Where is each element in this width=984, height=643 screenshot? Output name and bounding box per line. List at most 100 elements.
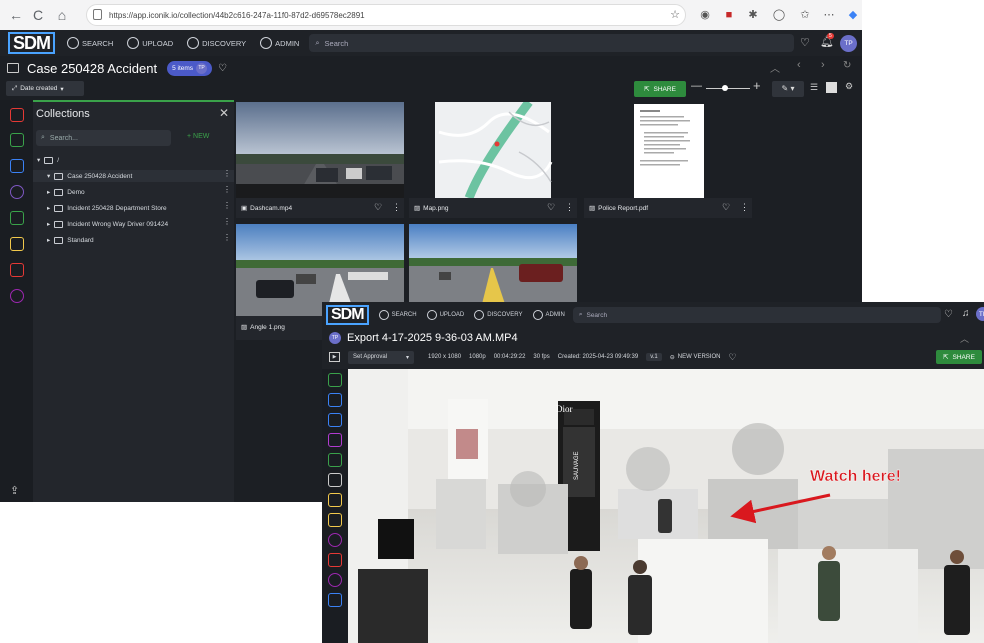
new-version-button[interactable]: ⊖ NEW VERSION [670, 354, 721, 361]
nav-admin[interactable]: ADMIN [260, 37, 299, 49]
nav-upload[interactable]: UPLOAD [127, 37, 173, 49]
version-badge[interactable]: v.1 [646, 353, 662, 361]
more-icon[interactable]: ⋮ [740, 202, 749, 213]
back-icon[interactable]: ← [4, 7, 28, 23]
player-icon[interactable]: ▶ [329, 352, 340, 362]
favorite-heart-icon[interactable]: ♡ [374, 202, 382, 213]
calendar-icon[interactable] [10, 159, 24, 173]
history-icon[interactable] [328, 573, 342, 587]
home-icon[interactable]: ⌂ [50, 7, 74, 23]
faces-icon[interactable] [328, 413, 342, 427]
new-collection-button[interactable]: + NEW [187, 133, 209, 140]
media-icon[interactable] [328, 473, 342, 487]
favorite-heart-icon[interactable]: ♡ [728, 352, 736, 363]
tree-item-incident-wrong-way-driver[interactable]: ▸ Incident Wrong Way Driver 091424 [47, 220, 168, 228]
extension-red-icon[interactable]: ■ [722, 8, 736, 22]
thumbs-up-icon[interactable] [328, 433, 342, 447]
list-view-icon[interactable]: ☰ [810, 82, 818, 93]
extension-gear-icon[interactable]: ✱ [746, 8, 760, 22]
tree-root[interactable]: ▾ / [37, 156, 59, 164]
video-player[interactable]: Dior SAUVAGE Watch here! [348, 369, 984, 643]
comment-icon[interactable] [328, 393, 342, 407]
camera-icon[interactable] [10, 237, 24, 251]
tree-item-standard[interactable]: ▸ Standard [47, 236, 94, 244]
edit-dropdown[interactable]: ✎ ▾ [772, 81, 804, 97]
global-search-input[interactable]: ⌕ Search [309, 34, 795, 52]
heart-icon[interactable]: ♡ [800, 36, 810, 49]
chevron-right-icon[interactable]: › [821, 59, 825, 71]
asset-card-map[interactable]: ▨ Map.png ♡ ⋮ [409, 99, 577, 218]
folder-icon[interactable] [328, 493, 342, 507]
approval-dropdown[interactable]: Set Approval ▾ [348, 350, 414, 364]
extension-circle-icon[interactable]: ◯ [772, 8, 786, 22]
asset-card-police-report[interactable]: ▨ Police Report.pdf ♡ ⋮ [584, 102, 752, 218]
app-logo[interactable]: SDM [8, 32, 55, 54]
filter-icon[interactable] [10, 108, 24, 122]
heart-icon[interactable]: ♡ [944, 309, 953, 320]
transcript-icon[interactable] [328, 453, 342, 467]
more-icon[interactable]: ⋮ [392, 202, 401, 213]
hierarchy-icon[interactable] [328, 593, 342, 607]
zoom-slider[interactable] [706, 88, 750, 89]
menu-dots-icon[interactable]: ⋯ [822, 8, 836, 22]
share-button[interactable]: ⇱ SHARE [634, 81, 686, 97]
user-avatar[interactable]: TP [976, 307, 984, 321]
more-icon[interactable]: ⋮ [223, 218, 231, 226]
collections-search-input[interactable]: ⌕ Search... [36, 130, 171, 146]
global-search-input[interactable]: ⌕ Search [572, 307, 941, 323]
chevron-up-icon[interactable]: ︿ [770, 60, 780, 75]
store-camera-frame[interactable]: Dior SAUVAGE Watch here! [348, 369, 984, 643]
close-icon[interactable]: ✕ [219, 106, 229, 120]
chevron-left-icon[interactable]: ‹ [797, 59, 801, 71]
dashcam-thumbnail[interactable] [236, 102, 404, 198]
camera-icon[interactable] [328, 513, 342, 527]
nav-search[interactable]: SEARCH [67, 37, 113, 49]
grid-view-icon[interactable] [826, 82, 837, 93]
more-icon[interactable]: ⋮ [565, 202, 574, 213]
collections-icon[interactable] [10, 133, 24, 147]
more-icon[interactable]: ⋮ [223, 234, 231, 242]
document-icon[interactable] [328, 373, 342, 387]
export-icon[interactable] [328, 553, 342, 567]
user-avatar[interactable]: TP [840, 35, 857, 52]
pdf-thumbnail[interactable] [584, 102, 752, 198]
more-icon[interactable]: ⋮ [223, 170, 231, 178]
info-icon[interactable] [10, 289, 24, 303]
favorite-heart-icon[interactable]: ♡ [722, 202, 730, 213]
nav-upload[interactable]: UPLOAD [426, 310, 464, 320]
nav-admin[interactable]: ADMIN [532, 310, 565, 320]
reload-icon[interactable]: C [26, 7, 50, 23]
tree-item-case-250428-accident[interactable]: ▾ Case 250428 Accident [47, 172, 132, 180]
nav-discovery[interactable]: DISCOVERY [474, 310, 523, 320]
tree-item-incident-department-store[interactable]: ▸ Incident 250428 Department Store [47, 204, 167, 212]
app-logo[interactable]: SDM [326, 305, 369, 325]
discovery-icon[interactable] [10, 185, 24, 199]
favorite-heart-icon[interactable]: ♡ [547, 202, 555, 213]
sort-dropdown[interactable]: ⤢ Date created ▾ [6, 81, 84, 96]
asset-card-dashcam[interactable]: ▣ Dashcam.mp4 ♡ ⋮ [236, 102, 404, 218]
document-icon[interactable] [10, 211, 24, 225]
map-thumbnail[interactable] [409, 99, 577, 200]
zoom-out-icon[interactable]: — [691, 80, 702, 92]
nav-discovery[interactable]: DISCOVERY [187, 37, 246, 49]
more-icon[interactable]: ⋮ [223, 202, 231, 210]
settings-icon[interactable]: ⚙ [845, 81, 853, 92]
refresh-icon[interactable]: ↻ [843, 60, 851, 71]
share-button[interactable]: ⇱ SHARE [936, 350, 982, 364]
bookmark-icon[interactable]: ✩ [798, 8, 812, 22]
favorite-heart-icon[interactable]: ♡ [218, 63, 227, 74]
chevron-up-icon[interactable]: ︿ [960, 332, 969, 345]
zoom-in-icon[interactable]: + [753, 78, 761, 93]
nav-search[interactable]: SEARCH [378, 310, 417, 320]
upload-cloud-icon[interactable]: ⇪ [10, 484, 19, 497]
more-icon[interactable]: ⋮ [223, 186, 231, 194]
star-icon[interactable]: ☆ [668, 8, 682, 22]
zoom-slider-handle[interactable] [722, 85, 728, 91]
tree-item-demo[interactable]: ▸ Demo [47, 188, 85, 196]
bell-icon[interactable]: ♫ [962, 308, 970, 319]
url-bar[interactable]: https://app.iconik.io/collection/44b2c61… [86, 4, 686, 26]
copilot-icon[interactable]: ◆ [846, 8, 860, 22]
extension-icon[interactable]: ◉ [698, 8, 712, 22]
info-icon[interactable] [328, 533, 342, 547]
export-icon[interactable] [10, 263, 24, 277]
